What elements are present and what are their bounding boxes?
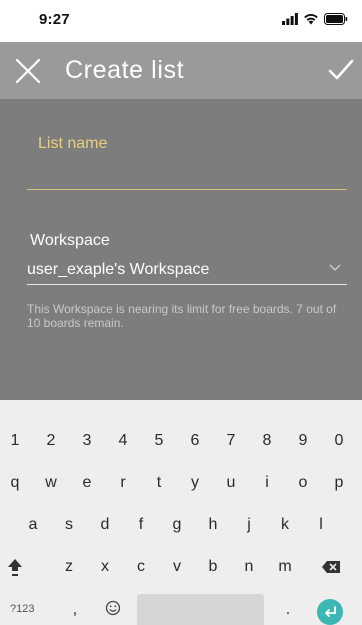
key-y[interactable]: y — [183, 472, 207, 494]
chevron-down-icon — [329, 264, 341, 271]
key-3[interactable]: 3 — [75, 430, 99, 452]
key-9[interactable]: 9 — [291, 430, 315, 452]
key-6[interactable]: 6 — [183, 430, 207, 452]
key-n[interactable]: n — [237, 556, 261, 578]
key-x[interactable]: x — [93, 556, 117, 578]
workspace-dropdown[interactable]: user_exaple's Workspace — [27, 254, 347, 285]
key-e[interactable]: e — [75, 472, 99, 494]
key-1[interactable]: 1 — [3, 430, 27, 452]
checkmark-icon — [328, 59, 354, 80]
workspace-limit-note: This Workspace is nearing its limit for … — [27, 302, 337, 330]
emoji-icon — [105, 600, 121, 615]
form-area: List name Workspace user_exaple's Worksp… — [0, 99, 362, 400]
key-h[interactable]: h — [201, 514, 225, 536]
enter-arrow-icon — [325, 606, 336, 617]
list-name-input[interactable] — [27, 159, 347, 190]
signal-icon — [282, 13, 298, 25]
battery-icon — [324, 13, 348, 25]
key-b[interactable]: b — [201, 556, 225, 578]
backspace-icon — [322, 560, 340, 573]
key-r[interactable]: r — [111, 472, 135, 494]
soft-keyboard: 1 2 3 4 5 6 7 8 9 0 q w e r t y u i o p … — [0, 400, 362, 625]
key-v[interactable]: v — [165, 556, 189, 578]
key-0[interactable]: 0 — [327, 430, 351, 452]
shift-key[interactable] — [3, 556, 27, 578]
page-title: Create list — [65, 56, 185, 84]
close-icon — [15, 58, 41, 84]
status-time: 9:27 — [39, 11, 70, 28]
key-p[interactable]: p — [327, 472, 351, 494]
key-5[interactable]: 5 — [147, 430, 171, 452]
close-button[interactable] — [15, 58, 41, 84]
list-name-label: List name — [38, 135, 108, 152]
key-7[interactable]: 7 — [219, 430, 243, 452]
backspace-key[interactable] — [319, 556, 343, 578]
key-2[interactable]: 2 — [39, 430, 63, 452]
key-4[interactable]: 4 — [111, 430, 135, 452]
period-key[interactable]: . — [276, 599, 300, 621]
key-k[interactable]: k — [273, 514, 297, 536]
shift-arrow-icon — [8, 558, 22, 576]
emoji-key[interactable] — [101, 597, 125, 619]
workspace-selected-value: user_exaple's Workspace — [27, 261, 210, 278]
key-m[interactable]: m — [273, 556, 297, 578]
key-l[interactable]: l — [309, 514, 333, 536]
create-list-screen: 9:27 Create list List name Workspace use… — [0, 0, 362, 625]
key-u[interactable]: u — [219, 472, 243, 494]
key-a[interactable]: a — [21, 514, 45, 536]
spacebar-key[interactable] — [137, 594, 264, 625]
status-bar: 9:27 — [0, 0, 362, 42]
key-t[interactable]: t — [147, 472, 171, 494]
key-f[interactable]: f — [129, 514, 153, 536]
key-d[interactable]: d — [93, 514, 117, 536]
enter-key[interactable] — [317, 599, 343, 625]
comma-key[interactable]: , — [63, 599, 87, 621]
key-j[interactable]: j — [237, 514, 261, 536]
key-w[interactable]: w — [39, 472, 63, 494]
wifi-icon — [304, 13, 318, 25]
key-8[interactable]: 8 — [255, 430, 279, 452]
key-g[interactable]: g — [165, 514, 189, 536]
app-bar: Create list — [0, 42, 362, 99]
workspace-label: Workspace — [30, 232, 110, 249]
status-icons — [282, 12, 348, 26]
key-z[interactable]: z — [57, 556, 81, 578]
symbols-key[interactable]: ?123 — [10, 603, 34, 615]
key-i[interactable]: i — [255, 472, 279, 494]
key-o[interactable]: o — [291, 472, 315, 494]
confirm-button[interactable] — [328, 57, 354, 83]
key-q[interactable]: q — [3, 472, 27, 494]
key-s[interactable]: s — [57, 514, 81, 536]
key-c[interactable]: c — [129, 556, 153, 578]
